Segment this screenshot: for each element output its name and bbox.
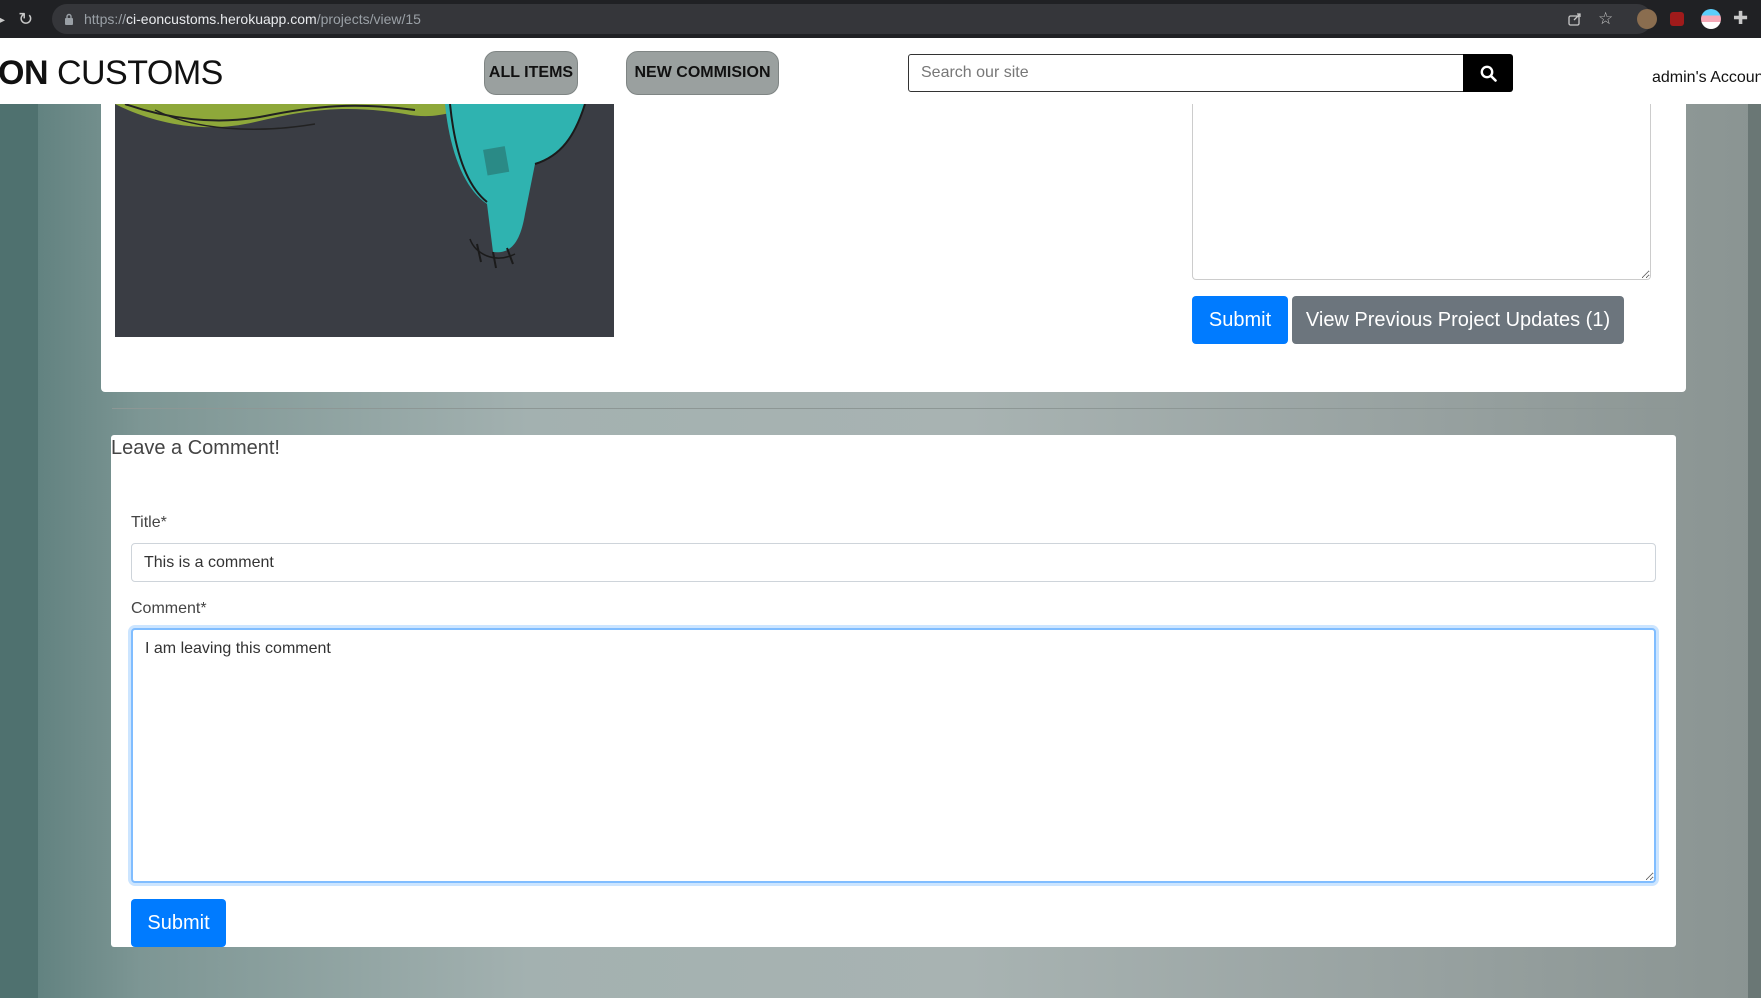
project-update-textarea[interactable] — [1192, 104, 1651, 280]
address-bar[interactable]: https://ci-eoncustoms.herokuapp.com/proj… — [52, 4, 1652, 34]
comment-title-input[interactable] — [131, 543, 1656, 582]
lock-icon — [65, 13, 73, 25]
comment-label: Comment* — [131, 600, 207, 617]
back-icon[interactable]: ▸ — [0, 9, 5, 29]
share-icon[interactable] — [1568, 12, 1582, 26]
search-button[interactable] — [1463, 54, 1513, 92]
section-divider — [112, 408, 1687, 409]
puzzle-icon[interactable]: ✚ — [1733, 8, 1748, 29]
browser-toolbar: ▸ ↻ https://ci-eoncustoms.herokuapp.com/… — [0, 0, 1761, 38]
reload-icon[interactable]: ↻ — [18, 9, 33, 29]
left-background-strip — [0, 104, 38, 998]
site-logo[interactable]: ON CUSTOMS — [0, 54, 223, 93]
nav-new-commission[interactable]: NEW COMMISION — [626, 51, 779, 95]
project-image — [115, 104, 614, 337]
comment-heading: Leave a Comment! — [111, 437, 280, 459]
extension-icon-1[interactable] — [1637, 9, 1657, 29]
url-text: https://ci-eoncustoms.herokuapp.com/proj… — [84, 11, 421, 27]
comment-submit-button[interactable]: Submit — [131, 899, 226, 947]
view-previous-updates-button[interactable]: View Previous Project Updates (1) — [1292, 296, 1624, 344]
extension-icon-3[interactable] — [1701, 9, 1721, 29]
search-input[interactable] — [908, 54, 1464, 92]
site-header: ON CUSTOMS ALL ITEMS NEW COMMISION admin… — [0, 38, 1761, 104]
extension-icon-2[interactable] — [1670, 12, 1684, 26]
account-menu[interactable]: admin's Accoun — [1652, 69, 1761, 87]
bookmark-star-icon[interactable]: ☆ — [1598, 9, 1613, 29]
nav-all-items[interactable]: ALL ITEMS — [484, 51, 578, 95]
title-label: Title* — [131, 514, 167, 531]
update-submit-button[interactable]: Submit — [1192, 296, 1288, 344]
comment-body-textarea[interactable]: I am leaving this comment — [131, 628, 1656, 883]
search-icon — [1480, 65, 1497, 82]
right-background-strip — [1748, 104, 1761, 998]
